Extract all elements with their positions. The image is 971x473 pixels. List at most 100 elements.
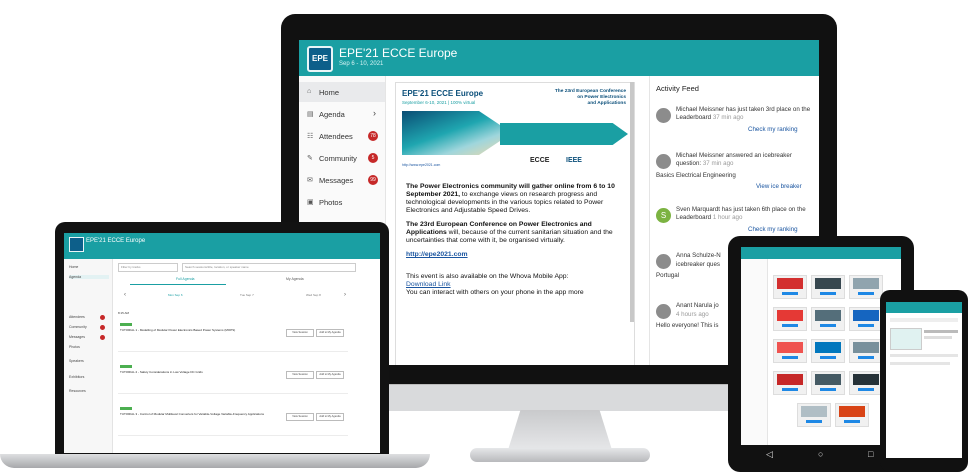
exhibitor-tile[interactable] bbox=[773, 371, 807, 395]
day-tab[interactable]: Mon Sep 6 bbox=[168, 293, 183, 297]
avatar[interactable] bbox=[656, 254, 671, 269]
day-tab[interactable]: Tue Sep 7 bbox=[240, 293, 254, 297]
exhibitor-tile[interactable] bbox=[797, 403, 831, 427]
track-filter-select[interactable]: Filter by tracks bbox=[118, 263, 178, 272]
tab-full-agenda[interactable]: Full Agenda bbox=[176, 277, 195, 281]
notification-badge: 5 bbox=[368, 153, 378, 163]
home-button-icon[interactable]: ○ bbox=[818, 449, 823, 459]
chevron-right-icon[interactable]: › bbox=[373, 108, 376, 118]
event-logo[interactable]: EPE bbox=[307, 46, 333, 72]
list-item bbox=[890, 362, 950, 365]
sidebar-item-attendees[interactable]: ☷ Attendees 78 bbox=[299, 126, 385, 146]
exhibitor-tile[interactable] bbox=[773, 339, 807, 363]
avatar[interactable] bbox=[656, 304, 671, 319]
avatar[interactable] bbox=[656, 154, 671, 169]
laptop-base bbox=[0, 454, 430, 468]
view-icebreaker-link[interactable]: View ice breaker bbox=[756, 183, 802, 191]
website-link[interactable]: http://epe2021.com bbox=[406, 251, 468, 258]
check-ranking-link[interactable]: Check my ranking bbox=[748, 226, 798, 234]
agenda-panel: Filter by tracks Search sessions/title, … bbox=[116, 263, 376, 453]
phone-screen bbox=[886, 302, 962, 458]
home-icon: ⌂ bbox=[307, 88, 312, 95]
tablet-screen bbox=[741, 247, 901, 445]
exhibitor-tile[interactable] bbox=[811, 371, 845, 395]
session-title[interactable]: TUTORIAL 1 - Modelling of Modular Power … bbox=[120, 328, 270, 332]
session-card[interactable]: TUTORIAL 1 - Modelling of Modular Power … bbox=[118, 321, 348, 352]
laptop-app-title: EPE'21 ECCE Europe bbox=[86, 238, 146, 244]
sidebar-item-home[interactable]: Home bbox=[69, 265, 78, 269]
sidebar-item-attendees[interactable]: Attendees bbox=[69, 315, 85, 319]
exhibitor-tile[interactable] bbox=[773, 307, 807, 331]
banner-url: http://www.epe2021.com bbox=[402, 163, 441, 167]
avatar[interactable] bbox=[656, 108, 671, 123]
content-scrollbar[interactable] bbox=[630, 82, 634, 322]
notification-badge bbox=[100, 325, 105, 330]
exhibitor-tile[interactable] bbox=[811, 307, 845, 331]
session-search-input[interactable]: Search sessions/title, location, or spea… bbox=[182, 263, 356, 272]
add-to-agenda-button[interactable]: Add to My Agenda bbox=[316, 371, 344, 379]
sidebar-item-agenda[interactable]: Agenda bbox=[69, 275, 109, 279]
add-to-agenda-button[interactable]: Add to My Agenda bbox=[316, 329, 344, 337]
avatar[interactable]: S bbox=[656, 208, 671, 223]
sidebar-item-community[interactable]: ✎ Community 5 bbox=[299, 148, 385, 168]
exhibitor-tile[interactable] bbox=[811, 275, 845, 299]
event-logo[interactable] bbox=[69, 237, 84, 252]
ecce-logo: ECCE bbox=[530, 157, 550, 164]
download-link[interactable]: Download Link bbox=[406, 281, 451, 288]
sidebar-item-speakers[interactable]: Speakers bbox=[69, 359, 84, 363]
sidebar-item-label: Community bbox=[319, 154, 357, 163]
exhibitor-tile[interactable] bbox=[773, 275, 807, 299]
tab-my-agenda[interactable]: My Agenda bbox=[286, 277, 304, 281]
notification-badge: 99 bbox=[368, 175, 378, 185]
tablet-app-header bbox=[741, 247, 901, 259]
list-item bbox=[924, 330, 958, 333]
sidebar-item-label: Agenda bbox=[319, 110, 345, 119]
exhibitor-tile[interactable] bbox=[849, 371, 883, 395]
check-ranking-link[interactable]: Check my ranking bbox=[748, 126, 798, 134]
list-item bbox=[890, 354, 958, 357]
session-card[interactable]: TUTORIAL 3 - Control of Modular Multilev… bbox=[118, 405, 348, 436]
event-description: The Power Electronics community will gat… bbox=[406, 183, 615, 296]
notification-badge bbox=[100, 335, 105, 340]
session-title[interactable]: TUTORIAL 2 - Safety Considerations in Lo… bbox=[120, 370, 270, 374]
add-to-agenda-button[interactable]: Add to My Agenda bbox=[316, 413, 344, 421]
exhibitor-tile[interactable] bbox=[849, 339, 883, 363]
view-session-button[interactable]: View Session bbox=[286, 413, 314, 421]
phone-search-bar[interactable] bbox=[890, 318, 958, 322]
sidebar-item-community[interactable]: Community bbox=[69, 325, 87, 329]
chevron-right-icon[interactable]: › bbox=[344, 292, 346, 298]
notification-badge bbox=[100, 315, 105, 320]
chat-icon: ✎ bbox=[307, 155, 313, 162]
tablet-sidebar bbox=[741, 259, 768, 445]
day-tab[interactable]: Wed Sep 8 bbox=[306, 293, 321, 297]
sidebar-item-messages[interactable]: Messages bbox=[69, 335, 85, 339]
calendar-icon: ▤ bbox=[307, 111, 314, 118]
view-session-button[interactable]: View Session bbox=[286, 329, 314, 337]
status-badge bbox=[120, 407, 132, 410]
sidebar-item-agenda[interactable]: ▤ Agenda › bbox=[299, 104, 385, 124]
status-badge bbox=[120, 365, 132, 368]
sidebar-item-exhibitors[interactable]: Exhibitors bbox=[69, 375, 84, 379]
laptop-sidebar: Home Agenda Attendees Community Messages… bbox=[64, 259, 113, 453]
view-session-button[interactable]: View Session bbox=[286, 371, 314, 379]
sidebar-item-label: Photos bbox=[319, 198, 343, 207]
sidebar-item-home[interactable]: ⌂ Home bbox=[299, 82, 385, 102]
session-card[interactable]: TUTORIAL 2 - Safety Considerations in Lo… bbox=[118, 363, 348, 394]
chevron-left-icon[interactable]: ‹ bbox=[124, 292, 126, 298]
back-icon[interactable]: ◁ bbox=[766, 449, 773, 460]
sidebar-item-photos[interactable]: ▣ Photos bbox=[299, 192, 385, 212]
sidebar-item-resources[interactable]: Resources bbox=[69, 389, 86, 393]
banner-title: EPE'21 ECCE Europe bbox=[402, 89, 484, 98]
laptop-app-header: EPE'21 ECCE Europe bbox=[64, 233, 380, 259]
home-content-panel: EPE'21 ECCE Europe September 6-10, 2021 … bbox=[395, 82, 635, 365]
exhibitor-tile[interactable] bbox=[849, 275, 883, 299]
sidebar-item-messages[interactable]: ✉ Messages 99 bbox=[299, 170, 385, 190]
exhibitor-tile[interactable] bbox=[811, 339, 845, 363]
monitor-base bbox=[470, 448, 650, 462]
exhibitor-tile[interactable] bbox=[835, 403, 869, 427]
recent-apps-icon[interactable]: □ bbox=[868, 449, 873, 459]
exhibitor-tile[interactable] bbox=[849, 307, 883, 331]
session-thumbnail[interactable] bbox=[890, 328, 922, 350]
session-title[interactable]: TUTORIAL 3 - Control of Modular Multilev… bbox=[120, 412, 270, 416]
sidebar-item-photos[interactable]: Photos bbox=[69, 345, 80, 349]
